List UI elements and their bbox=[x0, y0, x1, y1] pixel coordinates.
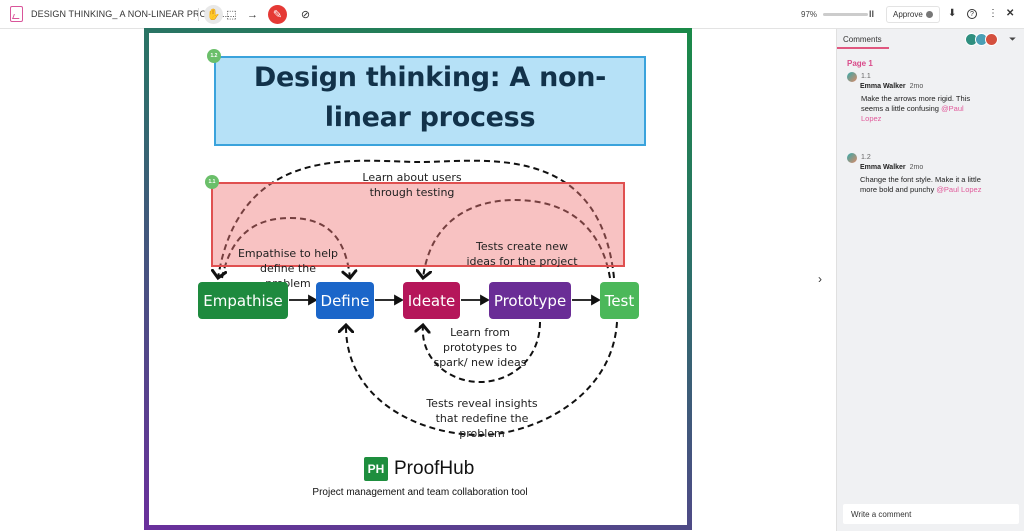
write-comment-input[interactable]: Write a comment bbox=[843, 504, 1019, 524]
comment-author: Emma Walker 2mo bbox=[860, 83, 923, 90]
step-define: Define bbox=[316, 282, 374, 319]
comment-avatar bbox=[847, 72, 857, 82]
step-test: Test bbox=[600, 282, 639, 319]
label-learn-about-users: Learn about users through testing bbox=[362, 171, 462, 199]
zoom-slider-handle[interactable]: II bbox=[869, 9, 874, 19]
comment-avatar bbox=[847, 153, 857, 163]
tab-comments[interactable]: Comments bbox=[837, 29, 889, 49]
comment-body: Make the arrows more rigid. This seems a… bbox=[861, 94, 986, 124]
collaborator-avatars[interactable] bbox=[965, 33, 998, 46]
comment-time: 2mo bbox=[909, 83, 924, 90]
comment-author-name: Emma Walker bbox=[860, 164, 906, 171]
step-ideate: Ideate bbox=[403, 282, 460, 319]
proofhub-logo-icon: PH bbox=[364, 457, 388, 481]
download-icon[interactable]: ⬇ bbox=[948, 8, 956, 19]
step-empathise: Empathise bbox=[198, 282, 288, 319]
label-tests-reveal-insights: Tests reveal insights that redefine the … bbox=[426, 397, 538, 440]
comment-number: 1.1 bbox=[861, 73, 871, 80]
close-icon[interactable]: ✕ bbox=[1006, 8, 1014, 19]
comment-time: 2mo bbox=[909, 164, 924, 171]
comment-mention[interactable]: @Paul Lopez bbox=[936, 185, 981, 194]
help-icon[interactable]: ? bbox=[967, 9, 977, 19]
comment-pin-1-2[interactable]: 1.2 bbox=[207, 49, 221, 63]
comment-body: Change the font style. Make it a little … bbox=[860, 175, 1000, 195]
comment-author: Emma Walker 2mo bbox=[860, 164, 923, 171]
approve-status-icon bbox=[925, 11, 933, 18]
comment-author-name: Emma Walker bbox=[860, 83, 906, 90]
proofhub-logo-text: ProofHub bbox=[394, 458, 475, 479]
comments-panel: Comments ⏷ Page 1 1.1 Emma Walker 2mo Mak… bbox=[836, 29, 1024, 531]
page-group-label: Page 1 bbox=[847, 59, 873, 68]
approve-button[interactable]: Approve bbox=[886, 6, 940, 23]
label-tests-create-ideas: Tests create new ideas for the project bbox=[466, 240, 578, 268]
comment-number: 1.2 bbox=[861, 154, 871, 161]
more-options-icon[interactable]: ⋮ bbox=[988, 8, 998, 19]
step-prototype: Prototype bbox=[489, 282, 571, 319]
comment-pin-1-1[interactable]: 1.1 bbox=[205, 175, 219, 189]
avatar bbox=[985, 33, 998, 46]
approve-label: Approve bbox=[893, 10, 923, 19]
label-learn-from-prototypes: Learn from prototypes to spark/ new idea… bbox=[433, 326, 527, 369]
filter-icon[interactable]: ⏷ bbox=[1009, 34, 1016, 45]
tagline: Project management and team collaboratio… bbox=[312, 487, 528, 498]
expand-panel-chevron-icon[interactable]: › bbox=[818, 272, 822, 286]
